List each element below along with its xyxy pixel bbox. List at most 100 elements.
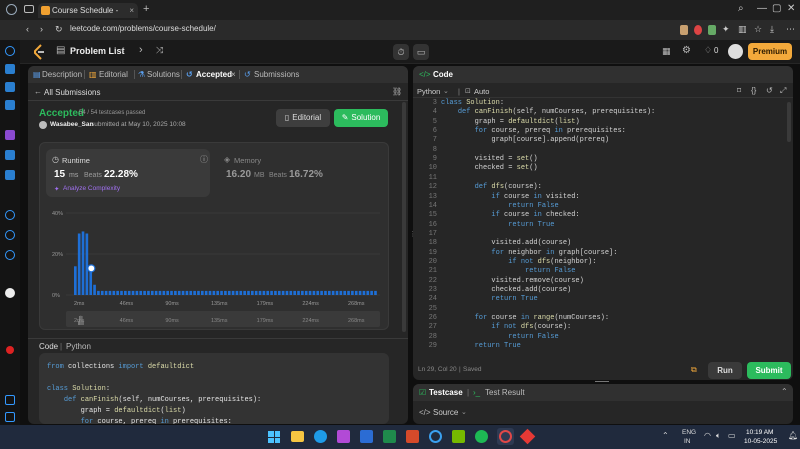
distribution-bar[interactable] <box>239 290 243 295</box>
sidebar-icon[interactable] <box>6 346 14 354</box>
language-select[interactable]: Python <box>417 87 440 96</box>
close-tab-icon[interactable]: × <box>129 3 134 18</box>
sidebar-icon[interactable] <box>5 150 15 160</box>
timer-icon[interactable]: ⏱ <box>393 44 409 60</box>
auto-mode[interactable]: Auto <box>474 87 489 96</box>
extension-icon[interactable] <box>694 25 702 35</box>
fullscreen-icon[interactable]: ⤢ <box>780 86 786 96</box>
run-button[interactable]: Run <box>708 362 742 379</box>
tab-solutions[interactable]: Solutions <box>147 70 180 79</box>
distribution-bar[interactable] <box>335 290 339 295</box>
solution-button[interactable]: ✎ Solution <box>334 109 388 127</box>
split-view-icon[interactable]: ▥ <box>738 24 747 35</box>
distribution-bar[interactable] <box>243 290 246 295</box>
download-icon[interactable]: ⤓ <box>770 24 774 35</box>
code-editor[interactable]: 3 class Solution: 4 def canFinish(self, nu… <box>413 99 783 353</box>
tab-editorial[interactable]: Editorial <box>99 70 128 79</box>
distribution-bar[interactable] <box>100 290 104 295</box>
editor-line[interactable]: 25 <box>413 305 783 314</box>
sidebar-icon[interactable] <box>5 412 15 422</box>
editor-line[interactable]: 3 class Solution: <box>413 99 783 108</box>
braces-icon[interactable]: {} <box>751 86 756 95</box>
distribution-bar[interactable] <box>104 290 108 295</box>
distribution-bar[interactable] <box>174 290 177 295</box>
editor-line[interactable]: 9 visited = set() <box>413 155 783 164</box>
submit-button[interactable]: Submit <box>747 362 791 379</box>
distribution-bar[interactable] <box>227 290 231 295</box>
editor-line[interactable]: 26 for course in range(numCourses): <box>413 314 783 323</box>
opera-icon[interactable] <box>499 430 512 443</box>
username[interactable]: Wasabee_San <box>50 121 93 128</box>
editor-line[interactable]: 22 visited.remove(course) <box>413 277 783 286</box>
distribution-bar[interactable] <box>351 290 354 295</box>
editor-line[interactable]: 24 return True <box>413 295 783 304</box>
wifi-icon[interactable]: ◠ <box>704 431 711 440</box>
chevron-down-icon[interactable]: ⌄ <box>461 408 467 416</box>
distribution-bar[interactable] <box>97 290 100 295</box>
problem-list-icon[interactable]: ▤ <box>56 45 65 56</box>
prev-problem-icon[interactable]: ‹ <box>121 44 125 56</box>
sidebar-icon[interactable] <box>5 100 15 110</box>
distribution-bar[interactable] <box>77 233 81 296</box>
excel-icon[interactable] <box>383 430 396 443</box>
reload-icon[interactable]: ↻ <box>55 24 63 35</box>
shuffle-icon[interactable]: ⤨ <box>156 45 163 56</box>
extension-icon[interactable] <box>680 25 688 35</box>
user-avatar[interactable] <box>39 121 47 129</box>
browser-logo-icon[interactable] <box>6 4 17 15</box>
distribution-bar[interactable] <box>274 290 277 295</box>
distribution-bar[interactable] <box>154 290 158 295</box>
editor-line[interactable]: 17 <box>413 230 783 239</box>
editor-line[interactable]: 29 return True <box>413 342 783 351</box>
bookmark-icon[interactable]: ⌑ <box>737 86 741 95</box>
distribution-bar[interactable] <box>374 290 377 295</box>
distribution-bar[interactable] <box>224 290 227 295</box>
editor-line[interactable]: 7 graph[course].append(prereq) <box>413 136 783 145</box>
close-accepted-tab-icon[interactable]: × <box>231 70 236 79</box>
language-indicator[interactable]: ENG <box>682 429 696 436</box>
resize-handle[interactable] <box>595 381 609 382</box>
distribution-bar[interactable] <box>162 290 166 295</box>
distribution-bar[interactable] <box>343 290 347 295</box>
sidebar-icon[interactable] <box>5 170 15 180</box>
app-icon[interactable] <box>519 428 536 445</box>
distribution-bar[interactable] <box>285 290 289 295</box>
distribution-bar[interactable] <box>120 290 123 295</box>
distribution-bar[interactable] <box>354 290 358 295</box>
distribution-bar[interactable] <box>112 290 116 295</box>
distribution-bar[interactable] <box>308 290 312 295</box>
analyze-complexity-link[interactable]: Analyze Complexity <box>63 185 120 192</box>
source-toggle[interactable]: Source <box>433 408 458 417</box>
distribution-bar[interactable] <box>193 290 196 295</box>
menu-icon[interactable]: ⋯ <box>786 24 795 35</box>
distribution-bar[interactable] <box>247 290 250 295</box>
memory-card[interactable]: ◈ Memory 16.20 MB Beats 16.72% <box>216 149 384 197</box>
sidebar-icon[interactable] <box>5 230 15 240</box>
chevron-up-icon[interactable]: ⌃ <box>662 431 669 440</box>
distribution-bar[interactable] <box>216 290 220 295</box>
distribution-bar[interactable] <box>331 290 335 295</box>
extension-icon[interactable] <box>708 25 716 35</box>
distribution-bar[interactable] <box>297 290 300 295</box>
tab-accepted[interactable]: Accepted <box>196 70 232 79</box>
distribution-bar[interactable] <box>204 290 208 295</box>
editor-line[interactable]: 19 for neighbor in graph[course]: <box>413 249 783 258</box>
distribution-bar[interactable] <box>158 290 162 295</box>
editor-line[interactable]: 14 return False <box>413 202 783 211</box>
editorial-button[interactable]: ▯ Editorial <box>276 109 330 127</box>
distribution-bar[interactable] <box>235 290 239 295</box>
distribution-bar[interactable] <box>85 233 89 296</box>
maximize-icon[interactable]: ▢ <box>772 3 781 14</box>
distribution-bar[interactable] <box>93 284 96 295</box>
distribution-bar[interactable] <box>208 290 212 295</box>
editor-line[interactable]: 11 <box>413 174 783 183</box>
notification-icon[interactable]: 🔔︎ <box>788 431 798 440</box>
search-tabs-icon[interactable]: ⌕ <box>738 3 744 14</box>
favorites-icon[interactable]: ☆ <box>754 24 762 35</box>
editor-line[interactable]: 21 return False <box>413 267 783 276</box>
distribution-bar[interactable] <box>74 266 77 295</box>
distribution-bar[interactable] <box>139 290 143 295</box>
editor-line[interactable]: 13 if course in visited: <box>413 193 783 202</box>
editor-line[interactable]: 8 <box>413 146 783 155</box>
tab-submissions[interactable]: Submissions <box>254 70 299 79</box>
